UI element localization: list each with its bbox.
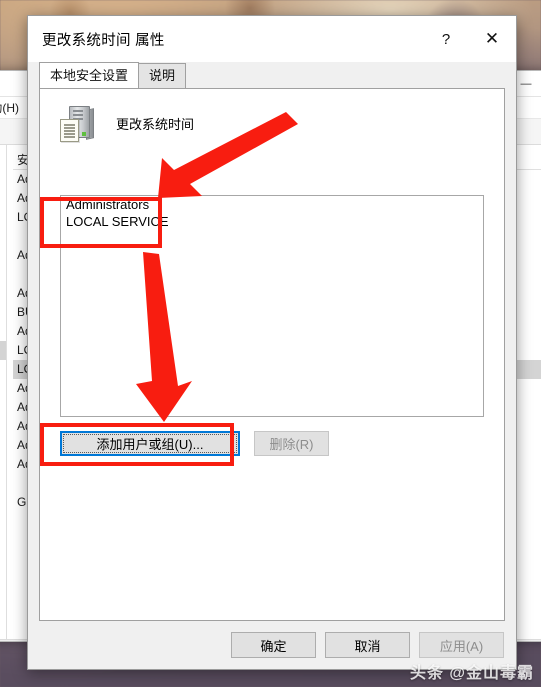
list-item[interactable]: Administrators (61, 196, 483, 213)
add-user-or-group-button[interactable]: 添加用户或组(U)... (60, 431, 240, 456)
list-item[interactable]: LOCAL SERVICE (61, 213, 483, 230)
dialog-titlebar: 更改系统时间 属性 ? ✕ (28, 16, 516, 62)
tree-node[interactable]: vs. 设置 (0, 189, 6, 208)
cancel-label: 取消 (354, 638, 381, 654)
menu-item-help[interactable]: 帮助(H) (0, 99, 19, 116)
apply-button: 应用(A) (419, 632, 504, 658)
help-icon[interactable]: ? (424, 16, 468, 62)
dialog-title: 更改系统时间 属性 (42, 32, 165, 49)
properties-dialog: 更改系统时间 属性 ? ✕ 本地安全设置 说明 更改系统时间 Administr… (27, 15, 517, 670)
tree-node-audit-policy[interactable]: 审核策略 (0, 322, 6, 341)
assigned-users-listbox[interactable]: Administrators LOCAL SERVICE (60, 195, 484, 417)
tree-node-account-policies[interactable]: 账户策略 (0, 284, 6, 303)
ok-label: 确定 (260, 638, 287, 654)
close-icon[interactable]: ✕ (468, 16, 516, 62)
policy-header: 更改系统时间 (40, 89, 504, 143)
policy-name-label: 更改系统时间 (116, 116, 195, 132)
tab-panel-local-security-setting: 更改系统时间 Administrators LOCAL SERVICE 添加用户… (39, 88, 505, 621)
screen: 本地安全策略 — 文件(F) 操作(A) 查看(V) 帮助(H) ✖ 络 量 v… (0, 0, 541, 687)
tree-node-firewall[interactable]: 高级安全 Windows 防火墙 (0, 379, 6, 398)
tree-node-advanced-audit[interactable]: 高级审核策略配置 (0, 493, 6, 512)
tree-node-public-key-policies[interactable]: 公钥策略 (0, 417, 6, 436)
tab-local-security-setting[interactable]: 本地安全设置 (39, 62, 140, 88)
tab-explain[interactable]: 说明 (138, 63, 187, 88)
tree-node[interactable]: (启动 (0, 227, 6, 246)
tree-node-ip-security[interactable]: IP 安全策略，在 本地计算机 (0, 474, 6, 493)
tree-node[interactable]: 量 (0, 170, 6, 189)
tree-node-network-list-manager[interactable]: 网络列表管理器策略 (0, 398, 6, 417)
watermark: 头条 @金山毒霸 (409, 665, 534, 682)
add-user-or-group-label: 添加用户或组(U)... (96, 437, 204, 452)
ok-button[interactable]: 确定 (231, 632, 316, 658)
tree-node[interactable]: 络 (0, 151, 6, 170)
tree-node-local-policies[interactable]: 本地策略 (0, 303, 6, 322)
list-action-buttons: 添加用户或组(U)... 删除(R) (60, 431, 329, 456)
cancel-button[interactable]: 取消 (325, 632, 410, 658)
tree-node-user-rights-assignment[interactable]: 用户权限分配 (0, 341, 6, 360)
computer-policy-icon (58, 103, 98, 143)
tree-node-security-options[interactable]: 安全选项 (0, 360, 6, 379)
tree-node[interactable]: 署的权限 (0, 246, 6, 265)
tree-node[interactable]: 解析策略 (0, 208, 6, 227)
apply-label: 应用(A) (439, 638, 484, 654)
tree-node-security-settings[interactable]: 安全设置 (0, 265, 6, 284)
policy-tree[interactable]: 络 量 vs. 设置 解析策略 (启动 署的权限 安全设置 账户策略 本地策略 … (0, 145, 7, 639)
remove-label: 删除(R) (269, 437, 314, 452)
tab-strip: 本地安全设置 说明 (28, 62, 516, 88)
remove-button: 删除(R) (254, 431, 329, 456)
tree-node-software-restriction[interactable]: 软件限制策略 (0, 436, 6, 455)
tree-node-app-control[interactable]: 应用程序控制策略 (0, 455, 6, 474)
